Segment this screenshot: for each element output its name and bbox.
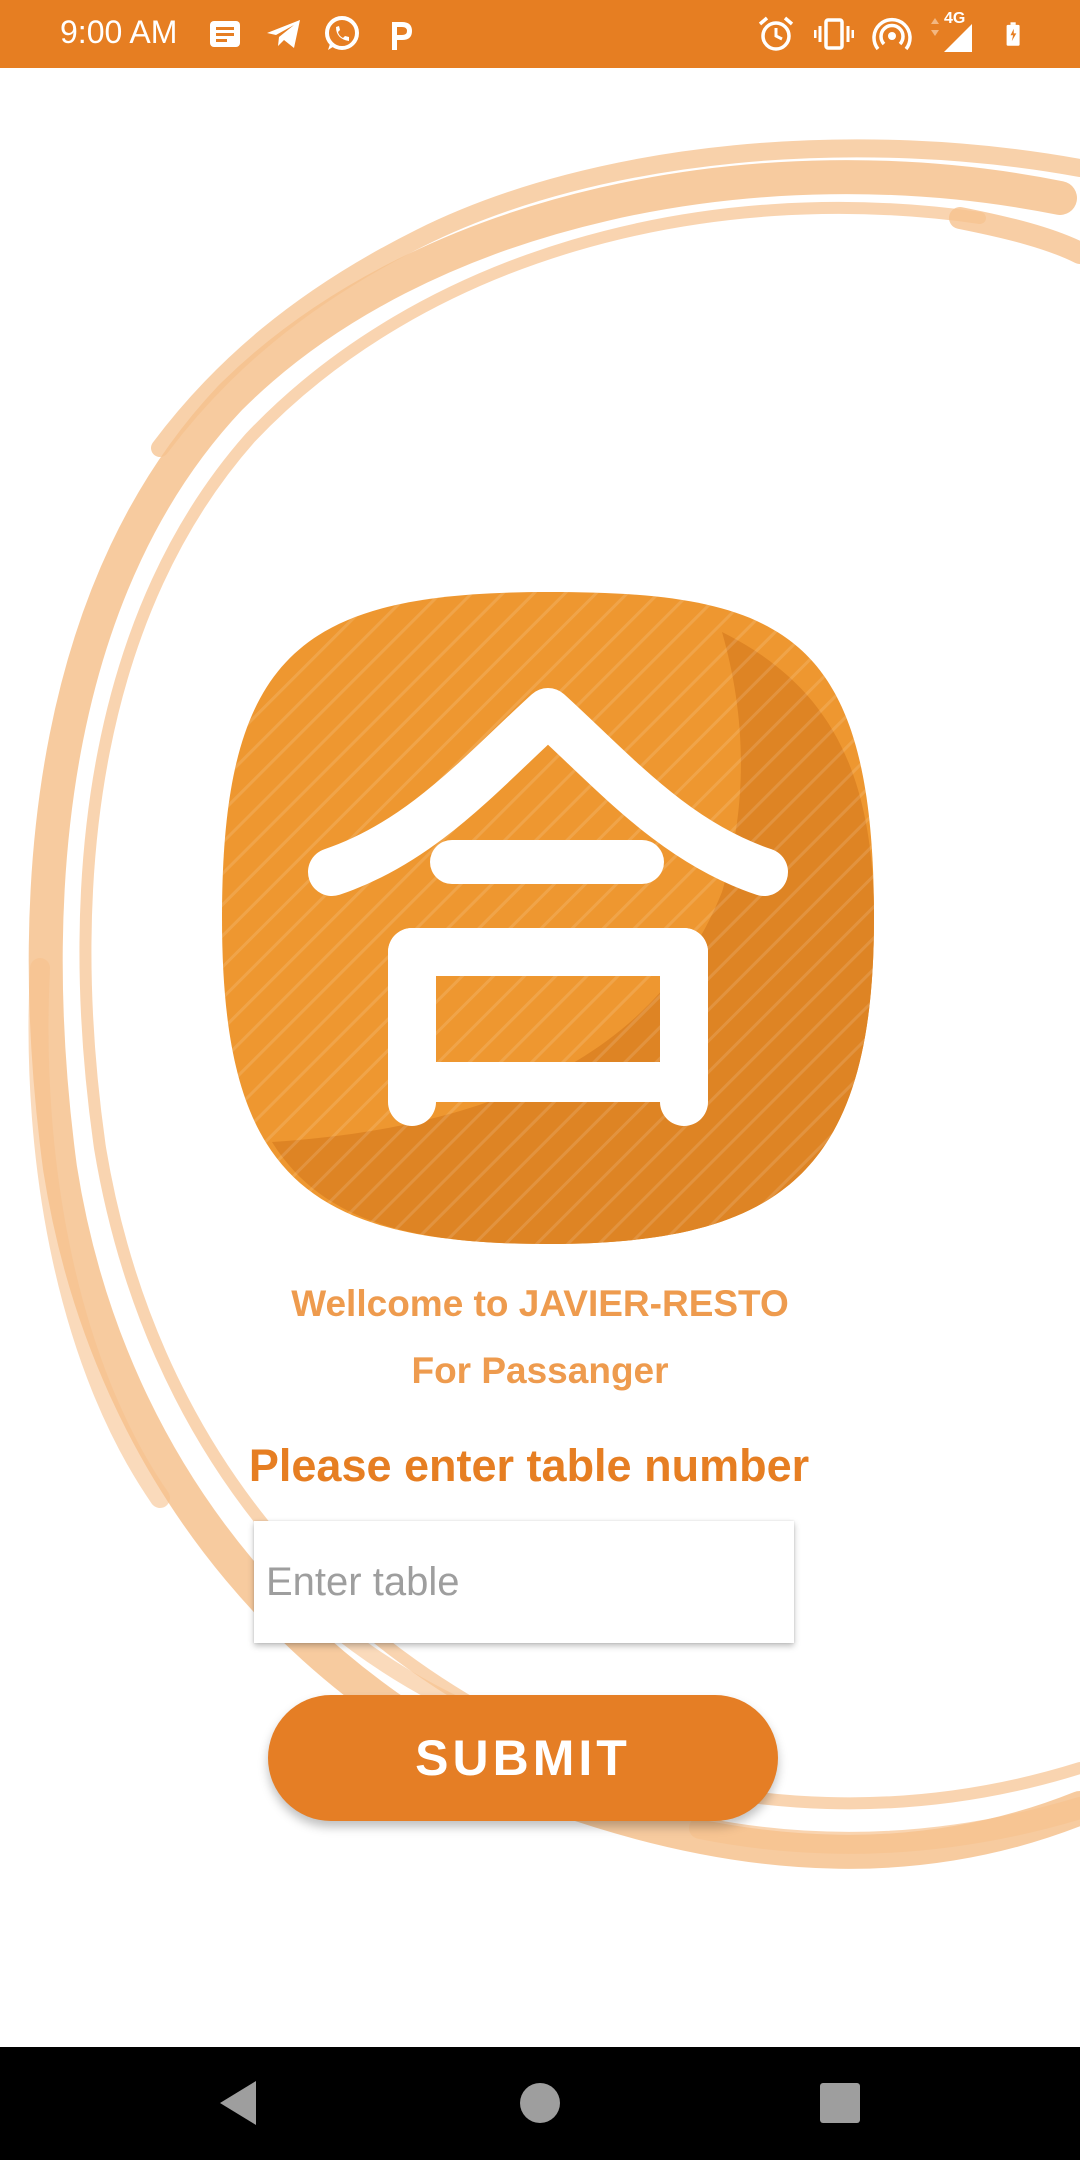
status-right-icons: 4G bbox=[756, 10, 1030, 54]
login-screen: 9:00 AM 4G Wellcome to JAVIER-RESTO For … bbox=[0, 0, 1080, 2160]
status-bar: 9:00 AM 4G bbox=[0, 0, 1080, 68]
submit-button[interactable]: SUBMIT bbox=[268, 1695, 778, 1821]
vibrate-icon bbox=[814, 18, 854, 50]
telegram-icon bbox=[267, 20, 300, 48]
whatsapp-icon bbox=[325, 16, 359, 50]
home-icon[interactable] bbox=[512, 2075, 568, 2131]
parking-icon bbox=[392, 22, 412, 50]
app-logo-icon bbox=[222, 592, 874, 1244]
alarm-icon bbox=[758, 16, 794, 51]
notification-icon bbox=[210, 21, 240, 47]
hotspot-icon bbox=[872, 18, 912, 51]
recents-icon[interactable] bbox=[812, 2075, 868, 2131]
status-left-icons bbox=[206, 14, 420, 54]
table-number-prompt: Please enter table number bbox=[248, 1440, 810, 1491]
back-icon[interactable] bbox=[210, 2075, 266, 2131]
table-number-input[interactable] bbox=[254, 1521, 794, 1643]
status-time: 9:00 AM bbox=[60, 14, 178, 50]
welcome-title: Wellcome to JAVIER-RESTO bbox=[291, 1283, 789, 1324]
welcome-subtitle: For Passanger bbox=[411, 1350, 669, 1391]
signal-icon: 4G bbox=[930, 10, 986, 54]
navigation-bar bbox=[0, 2047, 1080, 2160]
battery-icon bbox=[1006, 22, 1020, 46]
